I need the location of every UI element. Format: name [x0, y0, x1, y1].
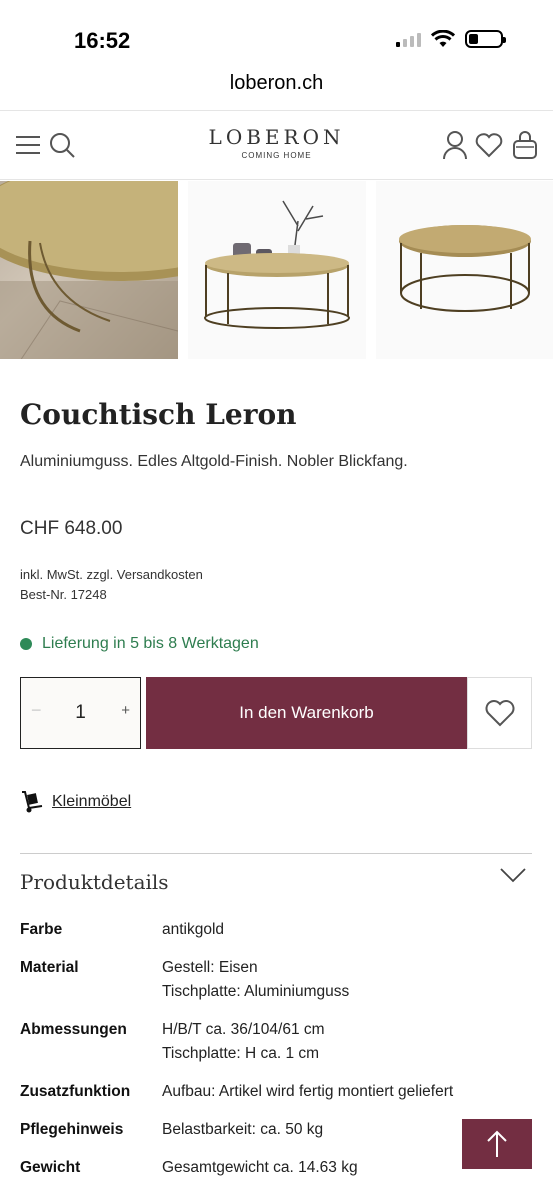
- category-link[interactable]: Kleinmöbel: [20, 790, 131, 814]
- details-heading[interactable]: Produktdetails: [20, 870, 169, 894]
- spec-value: H/B/T ca. 36/104/61 cm Tischplatte: H ca…: [162, 1018, 325, 1066]
- product-subtitle: Aluminiumguss. Edles Altgold-Finish. Nob…: [20, 453, 408, 470]
- availability-dot-icon: [20, 638, 32, 650]
- account-icon[interactable]: [437, 127, 473, 163]
- spec-value-line: Belastbarkeit: ca. 50 kg: [162, 1121, 324, 1138]
- spec-value: antikgold: [162, 918, 224, 942]
- spec-row: Gewicht Gesamtgewicht ca. 14.63 kg: [20, 1156, 535, 1180]
- spec-row: Pflegehinweis Belastbarkeit: ca. 50 kg: [20, 1118, 535, 1142]
- status-time: 16:52: [74, 28, 131, 53]
- product-image-detail[interactable]: [0, 181, 178, 359]
- bag-icon[interactable]: [507, 127, 543, 163]
- delivery-status: Lieferung in 5 bis 8 Werktagen: [20, 635, 259, 653]
- arrow-up-icon: [487, 1130, 507, 1157]
- spec-value-line: antikgold: [162, 921, 225, 938]
- spec-value-line: Gestell: Eisen: [162, 959, 258, 976]
- hand-truck-icon: [22, 791, 43, 813]
- spec-label: Gewicht: [20, 1159, 81, 1176]
- tax-note: inkl. MwSt. zzgl. Versandkosten: [20, 567, 203, 582]
- spec-label: Zusatzfunktion: [20, 1083, 131, 1100]
- spec-label: Material: [20, 959, 79, 976]
- spec-label: Abmessungen: [20, 1021, 127, 1038]
- quantity-stepper[interactable]: − 1 +: [20, 677, 141, 749]
- add-to-cart-button[interactable]: In den Warenkorb: [146, 677, 467, 749]
- spec-value-line: H/B/T ca. 36/104/61 cm: [162, 1021, 325, 1038]
- site-header: LOBERON COMING HOME: [0, 110, 553, 180]
- product-title: Couchtisch Leron: [20, 398, 297, 431]
- spec-value: Aufbau: Artikel wird fertig montiert gel…: [162, 1080, 453, 1104]
- scroll-to-top-button[interactable]: [462, 1119, 532, 1169]
- spec-value-line: Tischplatte: Aluminiumguss: [162, 983, 350, 1000]
- spec-value: Belastbarkeit: ca. 50 kg: [162, 1118, 323, 1142]
- battery-icon: [465, 30, 506, 48]
- wishlist-icon[interactable]: [471, 127, 507, 163]
- spec-value-line: Aufbau: Artikel wird fertig montiert gel…: [162, 1083, 454, 1100]
- heart-icon: [485, 700, 514, 727]
- spec-label: Farbe: [20, 921, 63, 938]
- signal-icon: [396, 31, 421, 47]
- product-gallery[interactable]: [0, 181, 553, 359]
- delivery-text: Lieferung in 5 bis 8 Werktagen: [42, 635, 259, 652]
- browser-url[interactable]: loberon.ch: [0, 72, 553, 110]
- spec-row: Zusatzfunktion Aufbau: Artikel wird fert…: [20, 1080, 535, 1104]
- chevron-down-icon[interactable]: [499, 866, 527, 884]
- price-notes: inkl. MwSt. zzgl. Versandkosten Best-Nr.…: [20, 565, 203, 605]
- category-link-text[interactable]: Kleinmöbel: [52, 793, 131, 811]
- status-bar: 16:52: [0, 0, 553, 70]
- add-to-wishlist-button[interactable]: [467, 677, 532, 749]
- spec-value: Gestell: Eisen Tischplatte: Aluminiumgus…: [162, 956, 349, 1004]
- product-specs: Farbe antikgold Material Gestell: Eisen …: [20, 918, 535, 1194]
- product-image-side[interactable]: [376, 181, 553, 359]
- spec-row: Material Gestell: Eisen Tischplatte: Alu…: [20, 956, 535, 1004]
- spec-row: Abmessungen H/B/T ca. 36/104/61 cm Tisch…: [20, 1018, 535, 1066]
- spec-value-line: Gesamtgewicht ca. 14.63 kg: [162, 1159, 358, 1176]
- wifi-icon: [431, 30, 455, 47]
- spec-value: Gesamtgewicht ca. 14.63 kg: [162, 1156, 358, 1180]
- spec-label: Pflegehinweis: [20, 1121, 124, 1138]
- spec-value-line: Tischplatte: H ca. 1 cm: [162, 1045, 320, 1062]
- spec-row: Farbe antikgold: [20, 918, 535, 942]
- article-number: Best-Nr. 17248: [20, 587, 107, 602]
- quantity-increase-button[interactable]: +: [121, 702, 130, 719]
- status-icons: [396, 30, 506, 48]
- section-divider: [20, 853, 532, 854]
- product-image-styled[interactable]: [188, 181, 366, 359]
- product-price: CHF 648.00: [20, 518, 123, 539]
